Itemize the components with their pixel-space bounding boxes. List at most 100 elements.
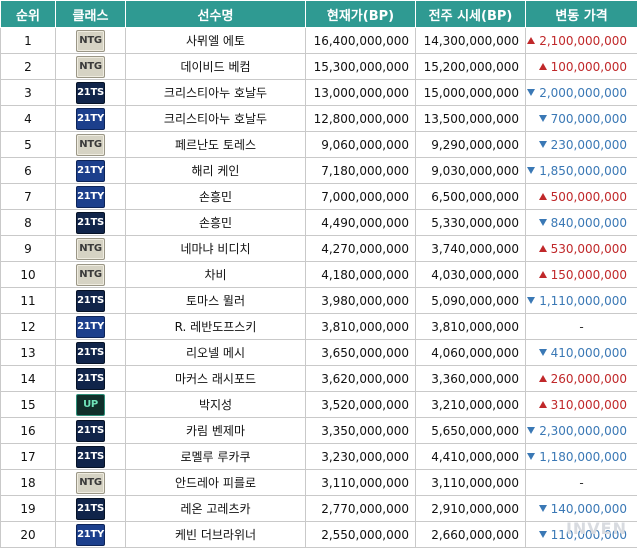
watermark-logo: INVEN	[565, 519, 627, 538]
previous-price-cell: 3,110,000,000	[415, 469, 526, 496]
class-badge-icon: 21TY	[76, 159, 105, 182]
table-row[interactable]: 17 21TS 로멜루 루카쿠 3,230,000,000 4,410,000,000 1…	[0, 443, 637, 470]
previous-price-cell: 3,810,000,000	[415, 313, 526, 340]
player-name-cell: 리오넬 메시	[125, 339, 306, 366]
table-row[interactable]: 15 UP 박지성 3,520,000,000 3,210,000,000 310,000…	[0, 391, 637, 418]
class-badge-icon: UP	[76, 393, 105, 416]
current-price-cell: 4,270,000,000	[305, 235, 416, 262]
price-change-value: 2,300,000,000	[539, 423, 627, 438]
table-row[interactable]: 7 21TY 손흥민 7,000,000,000 6,500,000,000 500,00…	[0, 183, 637, 210]
current-price-cell: 3,110,000,000	[305, 469, 416, 496]
rank-cell: 7	[0, 183, 56, 210]
price-change-cell: 150,000,000	[525, 261, 637, 288]
table-row[interactable]: 13 21TS 리오넬 메시 3,650,000,000 4,060,000,000 41…	[0, 339, 637, 366]
player-name-cell: R. 레반도프스키	[125, 313, 306, 340]
price-ranking-page: 순위 클래스 선수명 현재가(BP) 전주 시세(BP) 변동 가격 1 NTG 사…	[0, 0, 637, 548]
arrow-up-icon	[527, 36, 536, 44]
table-row[interactable]: 10 NTG 차비 4,180,000,000 4,030,000,000 150,000…	[0, 261, 637, 288]
current-price-cell: 3,980,000,000	[305, 287, 416, 314]
price-change-cell: 1,110,000,000	[525, 287, 637, 314]
arrow-down-icon	[538, 218, 547, 226]
player-name-cell: 마커스 래시포드	[125, 365, 306, 392]
column-header-rank[interactable]: 순위	[0, 0, 56, 28]
class-cell: NTG	[55, 469, 126, 496]
player-name-cell: 차비	[125, 261, 306, 288]
rank-cell: 11	[0, 287, 56, 314]
rank-cell: 16	[0, 417, 56, 444]
column-header-player-name[interactable]: 선수명	[125, 0, 306, 28]
class-badge-icon: 21TS	[76, 497, 105, 520]
table-row[interactable]: 18 NTG 안드레아 피를로 3,110,000,000 3,110,000,000-	[0, 469, 637, 496]
previous-price-cell: 3,360,000,000	[415, 365, 526, 392]
table-row[interactable]: 16 21TS 카림 벤제마 3,350,000,000 5,650,000,000 2,…	[0, 417, 637, 444]
column-header-current-price[interactable]: 현재가(BP)	[305, 0, 416, 28]
player-name-cell: 안드레아 피를로	[125, 469, 306, 496]
arrow-down-icon	[538, 530, 547, 538]
column-header-price-change[interactable]: 변동 가격	[525, 0, 637, 28]
rank-cell: 2	[0, 53, 56, 80]
table-row[interactable]: 1 NTG 사뮈엘 에토 16,400,000,000 14,300,000,000 2,…	[0, 27, 637, 54]
previous-price-cell: 5,090,000,000	[415, 287, 526, 314]
current-price-cell: 7,180,000,000	[305, 157, 416, 184]
arrow-up-icon	[538, 192, 547, 200]
table-row[interactable]: 19 21TS 레온 고레츠카 2,770,000,000 2,910,000,000 1…	[0, 495, 637, 522]
class-badge-icon: 21TY	[76, 185, 105, 208]
table-row[interactable]: 12 21TY R. 레반도프스키 3,810,000,000 3,810,000,00…	[0, 313, 637, 340]
rank-cell: 13	[0, 339, 56, 366]
rank-cell: 14	[0, 365, 56, 392]
price-change-cell: 140,000,000	[525, 495, 637, 522]
class-cell: NTG	[55, 53, 126, 80]
class-badge-icon: 21TS	[76, 445, 105, 468]
class-badge-icon: 21TS	[76, 341, 105, 364]
player-name-cell: 크리스티아누 호날두	[125, 79, 306, 106]
price-change-cell: 310,000,000	[525, 391, 637, 418]
class-cell: 21TS	[55, 495, 126, 522]
rank-cell: 5	[0, 131, 56, 158]
class-cell: 21TS	[55, 209, 126, 236]
price-change-value: -	[579, 475, 584, 490]
arrow-down-icon	[527, 88, 536, 96]
table-row[interactable]: 5 NTG 페르난도 토레스 9,060,000,000 9,290,000,000 23…	[0, 131, 637, 158]
table-row[interactable]: 8 21TS 손흥민 4,490,000,000 5,330,000,000 840,00…	[0, 209, 637, 236]
table-row[interactable]: 4 21TY 크리스티아누 호날두 12,800,000,000 13,500,000,…	[0, 105, 637, 132]
column-header-previous-week-price[interactable]: 전주 시세(BP)	[415, 0, 526, 28]
previous-price-cell: 6,500,000,000	[415, 183, 526, 210]
rank-cell: 8	[0, 209, 56, 236]
previous-price-cell: 3,210,000,000	[415, 391, 526, 418]
price-change-cell: 100,000,000	[525, 53, 637, 80]
table-row[interactable]: 11 21TS 토마스 뮐러 3,980,000,000 5,090,000,000 1,…	[0, 287, 637, 314]
price-change-value: 500,000,000	[550, 189, 627, 204]
class-cell: UP	[55, 391, 126, 418]
table-row[interactable]: 2 NTG 데이비드 베컴 15,300,000,000 15,200,000,000 1…	[0, 53, 637, 80]
arrow-up-icon	[538, 400, 547, 408]
table-row[interactable]: 14 21TS 마커스 래시포드 3,620,000,000 3,360,000,000…	[0, 365, 637, 392]
arrow-down-icon	[538, 114, 547, 122]
table-row[interactable]: 20 21TY 케빈 더브라위너 2,550,000,000 2,660,000,000…	[0, 521, 637, 548]
player-name-cell: 케빈 더브라위너	[125, 521, 306, 548]
current-price-cell: 3,520,000,000	[305, 391, 416, 418]
price-change-value: 840,000,000	[550, 215, 627, 230]
price-change-value: 530,000,000	[550, 241, 627, 256]
rank-cell: 15	[0, 391, 56, 418]
class-cell: 21TY	[55, 521, 126, 548]
player-name-cell: 데이비드 베컴	[125, 53, 306, 80]
rank-cell: 10	[0, 261, 56, 288]
class-badge-icon: NTG	[76, 133, 105, 156]
previous-price-cell: 15,200,000,000	[415, 53, 526, 80]
table-row[interactable]: 6 21TY 해리 케인 7,180,000,000 9,030,000,000 1,85…	[0, 157, 637, 184]
class-badge-icon: NTG	[76, 263, 105, 286]
table-row[interactable]: 9 NTG 네마냐 비디치 4,270,000,000 3,740,000,000 530…	[0, 235, 637, 262]
player-price-table: 순위 클래스 선수명 현재가(BP) 전주 시세(BP) 변동 가격 1 NTG 사…	[0, 0, 637, 548]
arrow-up-icon	[538, 374, 547, 382]
price-change-cell: 260,000,000	[525, 365, 637, 392]
table-row[interactable]: 3 21TS 크리스티아누 호날두 13,000,000,000 15,000,000,…	[0, 79, 637, 106]
class-cell: 21TY	[55, 183, 126, 210]
column-header-class[interactable]: 클래스	[55, 0, 126, 28]
previous-price-cell: 14,300,000,000	[415, 27, 526, 54]
price-change-value: 2,000,000,000	[539, 85, 627, 100]
class-badge-icon: 21TY	[76, 315, 105, 338]
rank-cell: 20	[0, 521, 56, 548]
arrow-down-icon	[527, 452, 536, 460]
price-change-cell: 700,000,000	[525, 105, 637, 132]
rank-cell: 18	[0, 469, 56, 496]
